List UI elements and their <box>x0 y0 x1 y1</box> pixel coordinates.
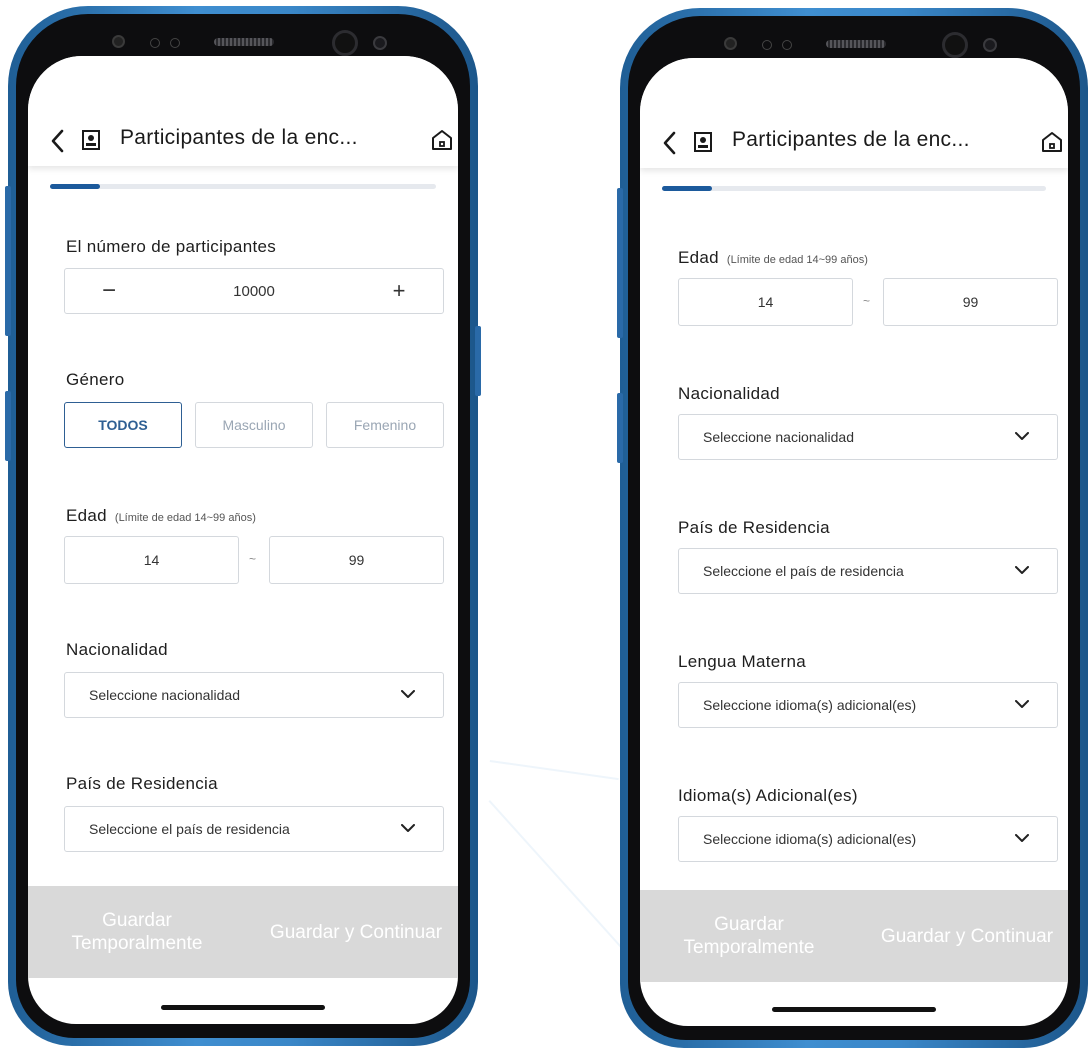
residence-label: País de Residencia <box>66 774 218 793</box>
phone-bezel: Participantes de la enc... El número de … <box>16 14 470 1038</box>
sensor-dot <box>170 38 180 48</box>
volume-up-button <box>617 188 623 338</box>
additional-languages-placeholder: Seleccione idioma(s) adicional(es) <box>703 831 917 847</box>
age-hint: (Límite de edad 14~99 años) <box>114 512 256 524</box>
save-and-continue-button[interactable]: Guardar y Continuar <box>254 886 458 978</box>
power-button <box>475 326 481 396</box>
age-range-separator: ~ <box>249 552 257 566</box>
decrement-button[interactable]: − <box>95 269 123 313</box>
sensor-dot <box>373 36 387 50</box>
mother-tongue-label: Lengua Materna <box>678 652 807 671</box>
residence-select[interactable]: Seleccione el país de residencia <box>64 806 444 852</box>
front-camera <box>942 32 968 58</box>
nationality-placeholder: Seleccione nacionalidad <box>703 429 854 445</box>
nationality-label: Nacionalidad <box>678 384 780 403</box>
age-range-separator: ~ <box>863 294 871 308</box>
nationality-label: Nacionalidad <box>66 640 168 659</box>
sensor-dot <box>762 40 772 50</box>
home-indicator <box>772 1007 936 1012</box>
mother-tongue-select[interactable]: Seleccione idioma(s) adicional(es) <box>678 682 1058 728</box>
home-icon[interactable] <box>1040 130 1064 154</box>
page-title: Participantes de la enc... <box>120 126 358 149</box>
background-decoration-line <box>489 760 619 781</box>
home-icon[interactable] <box>430 128 454 152</box>
age-label: Edad (Límite de edad 14~99 años) <box>66 506 256 526</box>
increment-button[interactable]: + <box>385 269 413 313</box>
front-camera <box>332 30 358 56</box>
residence-placeholder: Seleccione el país de residencia <box>703 563 904 579</box>
gender-option-masculino[interactable]: Masculino <box>195 402 313 448</box>
residence-placeholder: Seleccione el país de residencia <box>89 821 290 837</box>
progress-bar <box>662 186 1046 191</box>
age-label: Edad (Límite de edad 14~99 años) <box>678 248 868 268</box>
phone-left: Participantes de la enc... El número de … <box>5 6 481 1046</box>
speaker-grille <box>214 38 274 46</box>
sensor-dot <box>724 37 737 50</box>
bottom-action-bar: Guardar Temporalmente Guardar y Continuar <box>640 890 1068 982</box>
sensor-dot <box>150 38 160 48</box>
sensor-dot <box>983 38 997 52</box>
chevron-down-icon <box>1015 432 1029 440</box>
chevron-down-icon <box>1015 834 1029 842</box>
additional-languages-select[interactable]: Seleccione idioma(s) adicional(es) <box>678 816 1058 862</box>
sensor-dot <box>782 40 792 50</box>
save-temporarily-button[interactable]: Guardar Temporalmente <box>28 886 246 978</box>
save-temporarily-button[interactable]: Guardar Temporalmente <box>640 890 858 982</box>
gender-segmented-control: TODOS Masculino Femenino <box>64 402 444 448</box>
sensor-dot <box>112 35 125 48</box>
app-header: Participantes de la enc... <box>640 58 1068 168</box>
chevron-down-icon <box>401 690 415 698</box>
back-icon[interactable] <box>660 130 680 156</box>
progress-bar <box>50 184 436 189</box>
home-indicator <box>161 1005 325 1010</box>
app-screen: Participantes de la enc... El número de … <box>28 56 458 1024</box>
progress-fill <box>50 184 101 189</box>
additional-languages-label: Idioma(s) Adicional(es) <box>678 786 858 805</box>
save-and-continue-button[interactable]: Guardar y Continuar <box>866 890 1068 982</box>
progress-fill <box>662 186 712 191</box>
volume-up-button <box>5 186 11 336</box>
age-label-text: Edad <box>66 506 107 525</box>
bottom-action-bar: Guardar Temporalmente Guardar y Continuar <box>28 886 458 978</box>
contact-document-icon <box>694 132 712 152</box>
age-min-input[interactable]: 14 <box>678 278 853 326</box>
phone-bezel: Participantes de la enc... Edad (Límite d… <box>628 16 1080 1040</box>
nationality-select[interactable]: Seleccione nacionalidad <box>678 414 1058 460</box>
nationality-placeholder: Seleccione nacionalidad <box>89 687 240 703</box>
speaker-grille <box>826 40 886 48</box>
save-temporarily-line1: Guardar <box>102 910 172 931</box>
app-header: Participantes de la enc... <box>28 56 458 166</box>
save-temporarily-line2: Temporalmente <box>683 937 815 958</box>
age-max-input[interactable]: 99 <box>883 278 1058 326</box>
residence-label: País de Residencia <box>678 518 830 537</box>
gender-option-femenino[interactable]: Femenino <box>326 402 444 448</box>
nationality-select[interactable]: Seleccione nacionalidad <box>64 672 444 718</box>
participants-label: El número de participantes <box>66 237 277 256</box>
volume-down-button <box>5 391 11 461</box>
chevron-down-icon <box>1015 700 1029 708</box>
chevron-down-icon <box>401 824 415 832</box>
app-screen: Participantes de la enc... Edad (Límite d… <box>640 58 1068 1026</box>
background-decoration-line <box>488 800 624 950</box>
phone-right: Participantes de la enc... Edad (Límite d… <box>617 8 1088 1048</box>
page-title: Participantes de la enc... <box>732 128 970 151</box>
age-max-input[interactable]: 99 <box>269 536 444 584</box>
age-label-text: Edad <box>678 248 719 267</box>
age-hint: (Límite de edad 14~99 años) <box>726 254 868 266</box>
gender-option-todos[interactable]: TODOS <box>64 402 182 448</box>
mother-tongue-placeholder: Seleccione idioma(s) adicional(es) <box>703 697 917 713</box>
chevron-down-icon <box>1015 566 1029 574</box>
residence-select[interactable]: Seleccione el país de residencia <box>678 548 1058 594</box>
back-icon[interactable] <box>48 128 68 154</box>
save-temporarily-line2: Temporalmente <box>71 933 203 954</box>
age-min-input[interactable]: 14 <box>64 536 239 584</box>
participants-stepper: 10000 − + <box>64 268 444 314</box>
gender-label: Género <box>66 370 125 389</box>
save-temporarily-line1: Guardar <box>714 914 784 935</box>
volume-down-button <box>617 393 623 463</box>
contact-document-icon <box>82 130 100 150</box>
